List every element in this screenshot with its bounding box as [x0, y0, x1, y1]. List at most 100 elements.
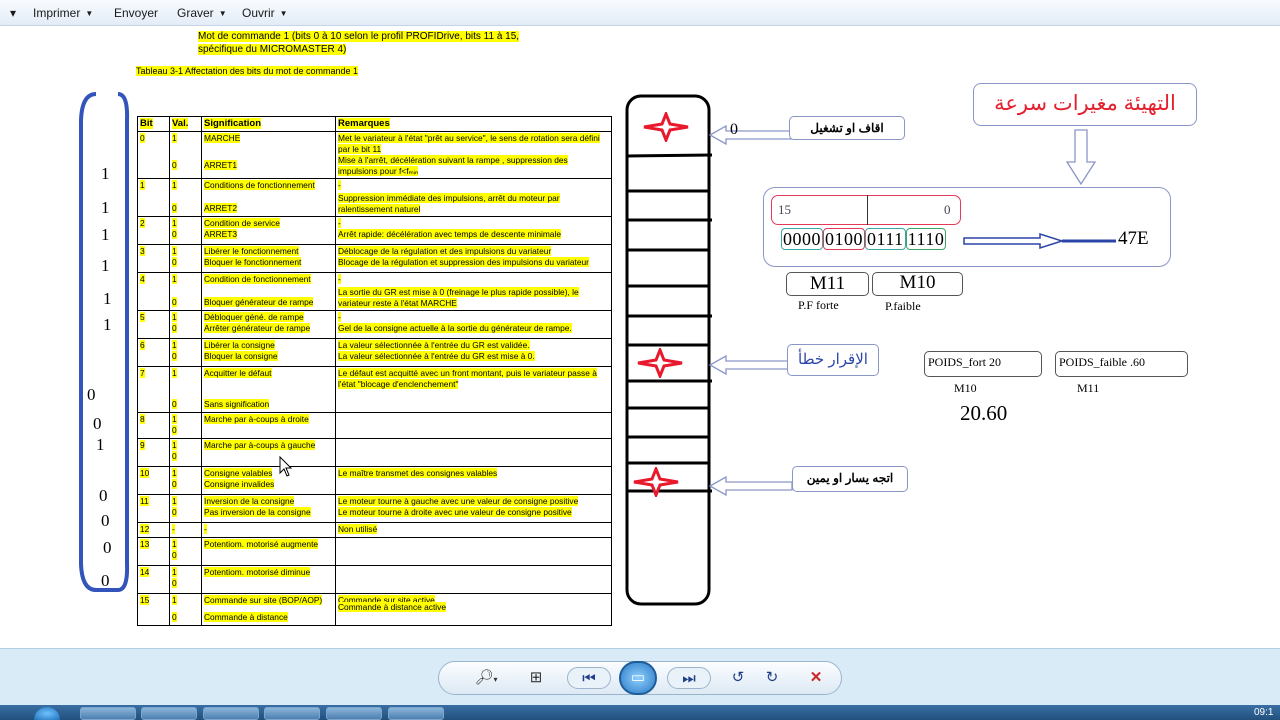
browser-icon[interactable] [141, 707, 197, 720]
rotate-left-icon[interactable]: ↺ [725, 667, 751, 689]
menu-bar: ▾ Imprimer ▼ Envoyer Graver ▼ Ouvrir ▼ [0, 0, 1280, 26]
m10-label: M10 [954, 381, 977, 395]
down-arrow-icon [1065, 129, 1097, 186]
cell-signification-line: Potentiom. motorisé augmente [204, 539, 319, 549]
start-button-icon[interactable] [34, 707, 60, 720]
slideshow-icon[interactable]: ▭ [619, 661, 657, 695]
zoom-icon[interactable]: 🔎︎▾ [469, 667, 503, 689]
cell-val: 10 [169, 131, 202, 179]
previous-icon[interactable]: ⏮ [567, 667, 611, 689]
binary-value: 0000 0100 0111 1110 [781, 228, 947, 250]
cell-remarques-line: Le moteur tourne à gauche avec une valeu… [338, 496, 579, 506]
cell-bit: 12 [137, 522, 170, 538]
cell-remarques: - Arrêt rapide: décélération avec temps d… [335, 216, 612, 245]
cell-remarques [335, 537, 612, 566]
bit-value: 0 [103, 538, 112, 557]
mouse-cursor-icon [279, 456, 293, 477]
bit-value: 0 [93, 414, 102, 433]
cell-remarques: Commande sur site active Commande à dista… [335, 593, 612, 626]
delete-icon[interactable]: ✕ [803, 667, 829, 689]
cell-val: 10 [169, 366, 202, 413]
cell-remarques-line [338, 578, 609, 589]
cell-remarques-line: Le moteur tourne à droite avec une valeu… [338, 507, 572, 517]
cell-val-line: 0 [172, 507, 177, 517]
menu-dropdown-icon[interactable]: ▾ [10, 6, 16, 20]
binary-group: 0111 [865, 228, 906, 250]
cell-val-line: 0 [172, 479, 177, 489]
result-value: 20.60 [960, 401, 1008, 425]
cell-signification-line: Marche par à-coups à gauche [204, 440, 316, 450]
star-marker-icon [633, 467, 679, 497]
cell-remarques-line: La valeur sélectionnée à l'entrée du GR … [338, 340, 530, 350]
cell-val: 10 [169, 338, 202, 367]
table-row: 4 1 0 Condition de fonctionnement Bloquer gé… [137, 272, 612, 311]
title-arabic: التهيئة مغيرات سرعة [973, 83, 1197, 126]
left-arrow-icon [708, 354, 793, 376]
table-header-row: Bit Val. Signification Remarques [137, 116, 612, 132]
taskbar-app-icon[interactable] [326, 707, 382, 720]
cell-remarques-line [338, 390, 609, 401]
bit-value: 1 [101, 164, 110, 183]
chevron-down-icon: ▼ [279, 9, 288, 18]
cell-signification: Inversion de la consigne Pas inversion de… [201, 494, 336, 523]
taskbar-app-icon[interactable] [388, 707, 444, 720]
cell-signification-line: Bloquer générateur de rampe [204, 297, 314, 307]
chevron-down-icon: ▼ [218, 9, 227, 18]
next-icon[interactable]: ⏭ [667, 667, 711, 689]
menu-ouvrir[interactable]: Ouvrir ▼ [242, 6, 288, 20]
table-row: 14 1 0 Potentiom. motorisé diminue [137, 565, 612, 594]
menu-imprimer[interactable]: Imprimer ▼ [33, 6, 93, 20]
cell-val: 10 [169, 216, 202, 245]
cell-val: 10 [169, 537, 202, 566]
cell-signification: Débloquer géné. de rampe Arrêter générate… [201, 310, 336, 339]
taskbar-app-icon[interactable] [203, 707, 259, 720]
table-row: 13 1 0 Potentiom. motorisé augmente [137, 537, 612, 566]
table-row: 6 1 0 Libérer la consigne Bloquer la consign… [137, 338, 612, 367]
bit-value: 1 [101, 225, 110, 244]
cell-remarques: Le défaut est acquitté avec un front mon… [335, 366, 612, 413]
cell-val: 10 [169, 438, 202, 467]
fit-icon[interactable]: ⊞ [523, 667, 549, 689]
binary-group: 1110 [905, 228, 947, 250]
poids-fort-box: POIDS_fort 20 [924, 351, 1042, 377]
lsb-label: P.faible [885, 299, 921, 313]
cell-bit: 9 [137, 438, 170, 467]
label-acknowledge-fault: الإقرار خطأ [787, 344, 879, 376]
cell-signification-line: Commande sur site (BOP/AOP) [204, 595, 323, 605]
doc-heading-line1: Mot de commande 1 (bits 0 à 10 selon le … [198, 31, 520, 42]
bit-value: 0 [87, 385, 96, 404]
cell-signification: - [201, 522, 336, 538]
label-direction: اتجه يسار او يمين [792, 466, 908, 492]
left-arrow-icon [708, 475, 793, 497]
cell-remarques-line: La valeur sélectionnée à l'entrée du GR … [338, 351, 535, 361]
cell-signification-line: Consigne valables [204, 468, 273, 478]
cell-val-line: 1 [172, 468, 177, 478]
cell-signification: Consigne valables Consigne invalides [201, 466, 336, 495]
cell-signification-line: Consigne invalides [204, 479, 275, 489]
skype-icon[interactable] [264, 707, 320, 720]
cell-val: - [169, 522, 202, 538]
cell-remarques [335, 412, 612, 439]
bit-range-divider [867, 195, 868, 225]
cell-val-line: 1 [172, 180, 177, 190]
cell-remarques: Déblocage de la régulation et des impuls… [335, 244, 612, 273]
control-word-table: Bit Val. Signification Remarques 0 1 0 MARC… [137, 116, 612, 626]
cell-signification-line: Libérer le fonctionnement [204, 246, 299, 256]
bit-range-high: 15 [778, 202, 791, 217]
cell-signification: Condition de fonctionnement Bloquer génér… [201, 272, 336, 311]
cell-remarques: - Suppression immédiate des impulsions, a… [335, 178, 612, 217]
cell-signification-line: Conditions de fonctionnement [204, 180, 315, 190]
bit-value: 1 [101, 198, 110, 217]
cell-val-line: 1 [172, 133, 177, 143]
cell-remarques-line [338, 425, 609, 436]
taskbar-app-icon[interactable] [80, 707, 136, 720]
cell-signification-line: Pas inversion de la consigne [204, 507, 311, 517]
star-marker-icon [643, 112, 689, 142]
menu-graver[interactable]: Graver ▼ [177, 6, 227, 20]
cell-bit: 13 [137, 537, 170, 566]
cell-remarques-line [338, 440, 609, 451]
cell-signification-line [204, 578, 333, 589]
rotate-right-icon[interactable]: ↻ [759, 667, 785, 689]
menu-envoyer[interactable]: Envoyer [114, 6, 158, 20]
cell-remarques: Met le variateur à l'état "prêt au servi… [335, 131, 612, 179]
